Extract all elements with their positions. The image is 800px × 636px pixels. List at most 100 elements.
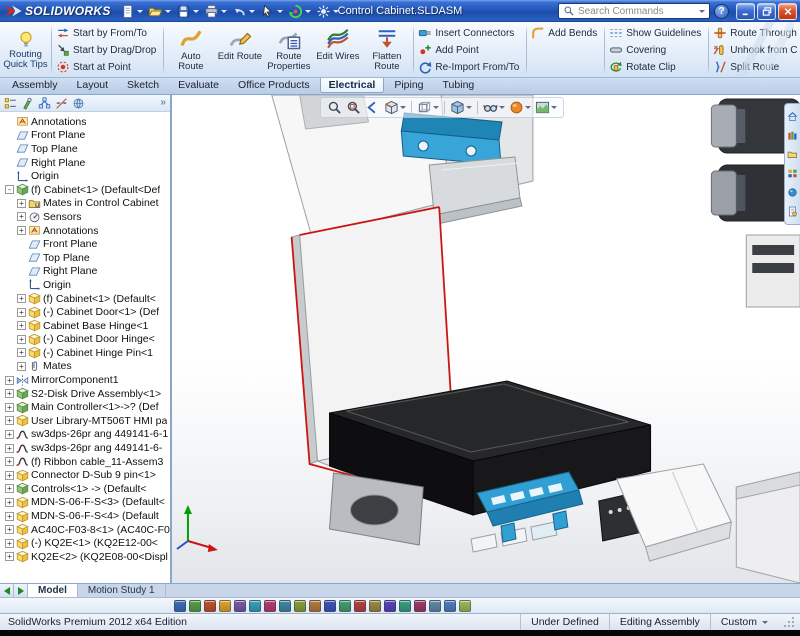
- drive-connectors[interactable]: [471, 534, 497, 552]
- tree-item[interactable]: Right Plane: [2, 265, 170, 279]
- tree-item[interactable]: +(-) Cabinet Door<1> (Def: [2, 305, 170, 319]
- expand-toggle[interactable]: +: [5, 376, 14, 385]
- expand-toggle[interactable]: +: [5, 498, 14, 507]
- route-properties-button[interactable]: Route Properties: [264, 24, 313, 76]
- model-tab-motion-study-1[interactable]: Motion Study 1: [78, 584, 166, 597]
- tab-office-products[interactable]: Office Products: [229, 78, 319, 93]
- tree-item[interactable]: +MDN-S-06-F-S<4> (Default: [2, 509, 170, 523]
- tree-item[interactable]: Front Plane: [2, 237, 170, 251]
- select-button[interactable]: [258, 2, 285, 20]
- tab-tubing[interactable]: Tubing: [434, 78, 484, 93]
- bottom-toolbar-icon[interactable]: [219, 600, 231, 612]
- tab-evaluate[interactable]: Evaluate: [169, 78, 228, 93]
- tree-item[interactable]: +Main Controller<1>->? (Def: [2, 400, 170, 414]
- close-button[interactable]: [778, 3, 797, 20]
- taskpane-design-library-tab[interactable]: [787, 130, 798, 141]
- model-tab-model[interactable]: Model: [28, 584, 78, 597]
- bottom-toolbar-icon[interactable]: [324, 600, 336, 612]
- covering-button[interactable]: Covering: [607, 42, 706, 58]
- taskpane-view-palette-tab[interactable]: [787, 168, 798, 179]
- bottom-toolbar-icon[interactable]: [369, 600, 381, 612]
- zoom-area-button[interactable]: [345, 99, 362, 116]
- tab-layout[interactable]: Layout: [68, 78, 118, 93]
- tree-item[interactable]: +Mates: [2, 360, 170, 374]
- taskpane-resources-tab[interactable]: [787, 111, 798, 122]
- expand-toggle[interactable]: +: [17, 308, 26, 317]
- save-button[interactable]: [174, 2, 201, 20]
- bottom-toolbar-icon[interactable]: [279, 600, 291, 612]
- search-input[interactable]: [578, 6, 696, 17]
- edit-route-button[interactable]: Edit Route: [215, 24, 264, 76]
- show-guidelines-button[interactable]: Show Guidelines: [607, 25, 706, 41]
- tree-item[interactable]: Origin: [2, 278, 170, 292]
- expand-toggle[interactable]: +: [17, 362, 26, 371]
- panel-tab-propertymanager[interactable]: [21, 97, 34, 110]
- add-point-button[interactable]: Add Point: [416, 42, 524, 58]
- bottom-toolbar-icon[interactable]: [429, 600, 441, 612]
- corner-box[interactable]: [736, 472, 800, 583]
- bottom-toolbar-icon[interactable]: [444, 600, 456, 612]
- route-through-clip-button[interactable]: Route Through Clip: [711, 25, 798, 41]
- expand-toggle[interactable]: -: [5, 185, 14, 194]
- taskpane-appearances-tab[interactable]: [787, 187, 798, 198]
- taskpane-file-explorer-tab[interactable]: [787, 149, 798, 160]
- 3d-viewport-scene[interactable]: [172, 95, 800, 583]
- tree-item[interactable]: +sw3dps-26pr ang 449141-6-: [2, 441, 170, 455]
- edit-appearance-button[interactable]: [508, 99, 532, 116]
- bottom-toolbar-icon[interactable]: [354, 600, 366, 612]
- expand-toggle[interactable]: +: [17, 212, 26, 221]
- routing-quick-tips-button[interactable]: Routing Quick Tips: [2, 24, 49, 76]
- section-view-button[interactable]: [383, 99, 407, 116]
- display-style-button[interactable]: [449, 99, 473, 116]
- flatten-route-button[interactable]: Flatten Route: [362, 24, 411, 76]
- tab-electrical[interactable]: Electrical: [320, 78, 385, 93]
- bottom-toolbar-icon[interactable]: [234, 600, 246, 612]
- cover-flap[interactable]: [617, 464, 732, 561]
- editing-mode-label[interactable]: Editing Assembly: [609, 614, 710, 630]
- bottom-toolbar-icon[interactable]: [249, 600, 261, 612]
- tree-item[interactable]: -(f) Cabinet<1> (Default<Def: [2, 183, 170, 197]
- bottom-toolbar-icon[interactable]: [174, 600, 186, 612]
- expand-toggle[interactable]: +: [5, 389, 14, 398]
- tab-sketch[interactable]: Sketch: [118, 78, 168, 93]
- tree-item[interactable]: +Controls<1> -> (Default<: [2, 482, 170, 496]
- expand-toggle[interactable]: +: [17, 321, 26, 330]
- bottom-toolbar-icon[interactable]: [414, 600, 426, 612]
- expand-toggle[interactable]: +: [5, 457, 14, 466]
- start-by-from-to-button[interactable]: Start by From/To: [54, 25, 161, 41]
- expand-toggle[interactable]: +: [5, 484, 14, 493]
- collapse-chevron-icon[interactable]: »: [160, 98, 166, 108]
- tree-item[interactable]: Top Plane: [2, 251, 170, 265]
- bottom-toolbar-icon[interactable]: [294, 600, 306, 612]
- taskpane-custom-properties-tab[interactable]: [787, 206, 798, 217]
- tree-item[interactable]: +MDN-S-06-F-S<3> (Default<: [2, 496, 170, 510]
- tree-item[interactable]: Annotations: [2, 115, 170, 129]
- bottom-toolbar-icon[interactable]: [399, 600, 411, 612]
- expand-toggle[interactable]: +: [17, 348, 26, 357]
- expand-toggle[interactable]: +: [5, 444, 14, 453]
- tree-item[interactable]: +(-) Cabinet Hinge Pin<1: [2, 346, 170, 360]
- tree-item[interactable]: +Sensors: [2, 210, 170, 224]
- expand-toggle[interactable]: +: [5, 403, 14, 412]
- split-route-button[interactable]: Split Route: [711, 59, 798, 75]
- tree-item[interactable]: +Annotations: [2, 224, 170, 238]
- expand-toggle[interactable]: +: [5, 471, 14, 480]
- bottom-toolbar-icon[interactable]: [459, 600, 471, 612]
- start-at-point-button[interactable]: Start at Point: [54, 59, 161, 75]
- tree-item[interactable]: +AC40C-F03-8<1> (AC40C-F0: [2, 523, 170, 537]
- edit-wires-button[interactable]: Edit Wires: [313, 24, 362, 76]
- tree-item[interactable]: +(-) KQ2E<1> (KQ2E12-00<: [2, 536, 170, 550]
- search-commands-box[interactable]: [558, 3, 710, 19]
- tree-item[interactable]: +KQ2E<2> (KQ2E08-00<Displ: [2, 550, 170, 564]
- expand-toggle[interactable]: +: [5, 512, 14, 521]
- expand-toggle[interactable]: +: [5, 416, 14, 425]
- tree-item[interactable]: Front Plane: [2, 129, 170, 143]
- expand-toggle[interactable]: +: [5, 525, 14, 534]
- previous-view-button[interactable]: [364, 99, 381, 116]
- rotate-clip-button[interactable]: Rotate Clip: [607, 59, 706, 75]
- graphics-area[interactable]: [172, 95, 800, 583]
- new-button[interactable]: [118, 2, 145, 20]
- bottom-toolbar-icon[interactable]: [384, 600, 396, 612]
- tree-item[interactable]: Top Plane: [2, 142, 170, 156]
- tree-item[interactable]: +Connector D-Sub 9 pin<1>: [2, 468, 170, 482]
